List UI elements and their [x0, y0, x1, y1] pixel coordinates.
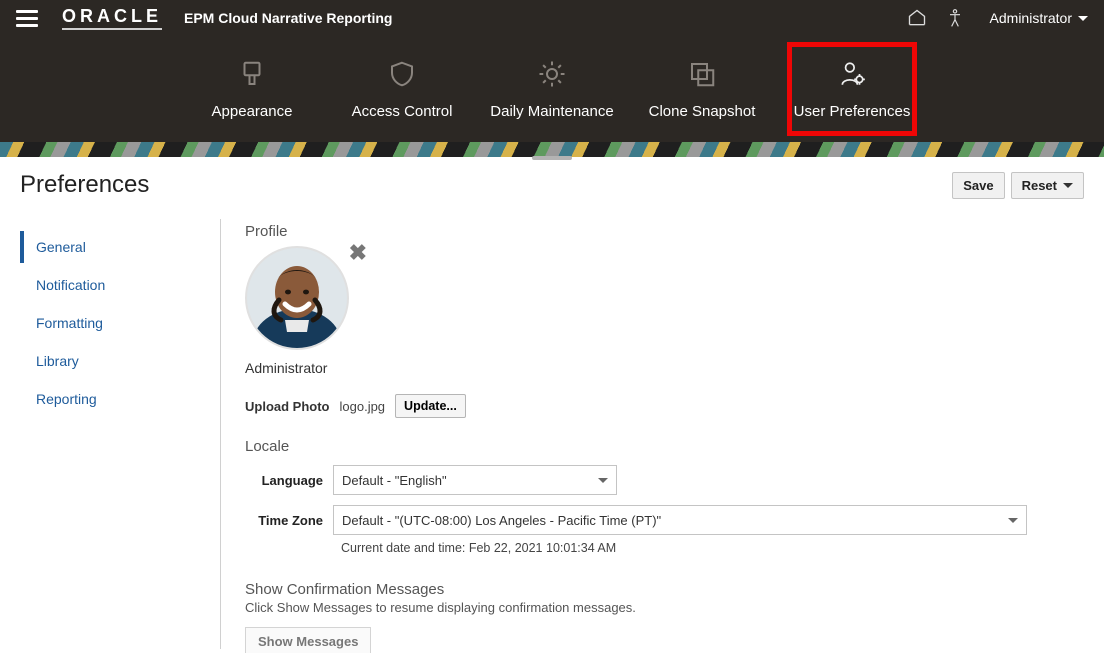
chevron-down-icon	[1008, 518, 1018, 523]
pattern-stripe	[0, 142, 1104, 157]
nav-label: Daily Maintenance	[490, 103, 613, 120]
sidebar-item-library[interactable]: Library	[20, 345, 220, 377]
nav-user-preferences[interactable]: User Preferences	[787, 42, 917, 136]
upload-filename: logo.jpg	[340, 399, 386, 414]
page-header: Preferences Save Reset	[0, 157, 1104, 209]
nav-label: Access Control	[352, 103, 453, 120]
sidebar-item-reporting[interactable]: Reporting	[20, 383, 220, 415]
sidebar-item-general[interactable]: General	[20, 231, 220, 263]
body-layout: General Notification Formatting Library …	[0, 209, 1104, 649]
user-menu[interactable]: Administrator	[990, 10, 1088, 26]
topbar: ORACLE EPM Cloud Narrative Reporting Adm…	[0, 0, 1104, 36]
nav-appearance[interactable]: Appearance	[187, 42, 317, 136]
nav-access-control[interactable]: Access Control	[337, 42, 467, 136]
appearance-icon	[237, 59, 267, 89]
user-label: Administrator	[990, 10, 1072, 26]
home-icon[interactable]	[906, 7, 928, 29]
shield-icon	[387, 59, 417, 89]
timezone-label: Time Zone	[245, 513, 333, 528]
profile-user-name: Administrator	[245, 360, 1084, 376]
upload-row: Upload Photo logo.jpg Update...	[245, 394, 1084, 418]
vertical-divider	[220, 219, 221, 649]
language-label: Language	[245, 473, 333, 488]
page-title: Preferences	[20, 171, 149, 199]
show-messages-button[interactable]: Show Messages	[245, 627, 371, 653]
locale-section-title: Locale	[245, 438, 1084, 455]
nav-daily-maintenance[interactable]: Daily Maintenance	[487, 42, 617, 136]
timezone-value: Default - "(UTC-08:00) Los Angeles - Pac…	[342, 513, 661, 528]
language-value: Default - "English"	[342, 473, 447, 488]
hamburger-menu-icon[interactable]	[16, 7, 38, 29]
avatar	[245, 246, 349, 350]
nav-label: User Preferences	[794, 103, 911, 120]
locale-section: Locale Language Default - "English" Time…	[245, 438, 1084, 555]
chevron-down-icon	[598, 478, 608, 483]
datetime-hint: Current date and time: Feb 22, 2021 10:0…	[341, 541, 1084, 555]
main-pane: Profile ✖ Administrator Upl	[245, 219, 1084, 649]
clone-icon	[687, 59, 717, 89]
nav-band: Appearance Access Control Daily Maintena…	[0, 36, 1104, 142]
user-gear-icon	[837, 59, 867, 89]
gear-icon	[537, 59, 567, 89]
language-select[interactable]: Default - "English"	[333, 465, 617, 495]
upload-photo-label: Upload Photo	[245, 399, 330, 414]
sidebar-item-notification[interactable]: Notification	[20, 269, 220, 301]
timezone-row: Time Zone Default - "(UTC-08:00) Los Ang…	[245, 505, 1084, 535]
nav-label: Appearance	[212, 103, 293, 120]
profile-section-title: Profile	[245, 223, 1084, 240]
confirmation-title: Show Confirmation Messages	[245, 581, 1084, 598]
save-button[interactable]: Save	[952, 172, 1004, 199]
update-photo-button[interactable]: Update...	[395, 394, 466, 418]
confirmation-desc: Click Show Messages to resume displaying…	[245, 600, 1084, 615]
sidebar-item-formatting[interactable]: Formatting	[20, 307, 220, 339]
remove-photo-icon[interactable]: ✖	[349, 240, 367, 266]
side-nav: General Notification Formatting Library …	[20, 219, 220, 649]
nav-label: Clone Snapshot	[649, 103, 756, 120]
caret-down-icon	[1063, 183, 1073, 188]
avatar-wrap: ✖	[245, 246, 349, 350]
nav-clone-snapshot[interactable]: Clone Snapshot	[637, 42, 767, 136]
reset-label: Reset	[1022, 178, 1057, 193]
confirmation-section: Show Confirmation Messages Click Show Me…	[245, 581, 1084, 653]
oracle-logo: ORACLE	[62, 6, 162, 30]
timezone-select[interactable]: Default - "(UTC-08:00) Los Angeles - Pac…	[333, 505, 1027, 535]
caret-down-icon	[1078, 16, 1088, 21]
reset-button[interactable]: Reset	[1011, 172, 1084, 199]
accessibility-icon[interactable]	[944, 7, 966, 29]
product-name: EPM Cloud Narrative Reporting	[184, 10, 392, 26]
language-row: Language Default - "English"	[245, 465, 1084, 495]
